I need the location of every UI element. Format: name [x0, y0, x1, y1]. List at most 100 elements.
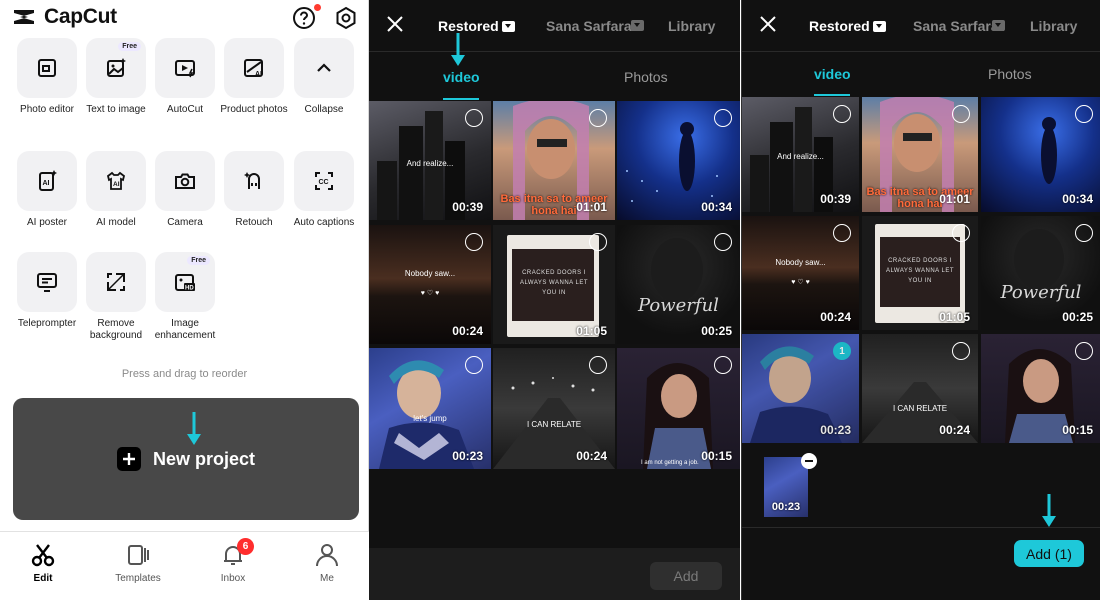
- media-thumb[interactable]: let's jump 00:23: [369, 348, 491, 469]
- tool-collapse[interactable]: Collapse: [290, 38, 358, 116]
- subtab-video[interactable]: video: [443, 69, 480, 85]
- settings-icon[interactable]: [334, 6, 358, 30]
- subtab-photos[interactable]: Photos: [988, 66, 1032, 82]
- media-thumb[interactable]: 00:34: [981, 97, 1100, 212]
- capcut-logo-icon: [14, 10, 34, 24]
- hearts-icon: ♥ ♡ ♥: [791, 279, 810, 286]
- camera-icon: [155, 151, 215, 211]
- product-photos-icon: AI: [224, 38, 284, 98]
- tool-label: Auto captions: [293, 217, 355, 228]
- select-circle[interactable]: [589, 233, 607, 251]
- video-duration: 00:24: [452, 324, 483, 338]
- tool-photo-editor[interactable]: Photo editor: [13, 38, 81, 116]
- tool-image-enhancement[interactable]: Free HD Image enhancement: [151, 252, 219, 342]
- hearts-icon: ♥ ♡ ♥: [420, 290, 440, 297]
- tab-library[interactable]: Library: [668, 18, 715, 34]
- tab-label: Restored: [438, 18, 499, 34]
- nav-label: Inbox: [220, 573, 246, 584]
- video-duration: 00:34: [1062, 192, 1093, 206]
- video-caption: Nobody saw...: [404, 269, 456, 278]
- subtab-indicator: [814, 94, 850, 96]
- close-icon[interactable]: [758, 14, 778, 34]
- video-duration: 00:39: [452, 200, 483, 214]
- selected-badge[interactable]: 1: [833, 342, 851, 360]
- tool-retouch[interactable]: Retouch: [220, 151, 288, 229]
- media-thumb[interactable]: CRACKED DOORS I ALWAYS WANNA LET YOU IN …: [493, 225, 615, 344]
- media-thumb[interactable]: 00:34: [617, 101, 740, 220]
- arrow-down-icon: [451, 33, 465, 66]
- media-thumb[interactable]: Powerful 00:25: [981, 216, 1100, 330]
- media-thumb[interactable]: Nobody saw... ♥ ♡ ♥ 00:24: [742, 216, 859, 330]
- select-circle[interactable]: [952, 224, 970, 242]
- video-caption: Powerful: [638, 295, 719, 316]
- subtab-photos[interactable]: Photos: [624, 69, 668, 85]
- add-button[interactable]: Add: [650, 562, 722, 590]
- tab-label: Sana Sarfaraz: [913, 18, 1004, 34]
- media-thumb[interactable]: CRACKED DOORS I ALWAYS WANNA LET YOU IN …: [862, 216, 978, 330]
- select-circle[interactable]: [833, 105, 851, 123]
- select-circle[interactable]: [1075, 342, 1093, 360]
- tool-label: AI model: [96, 217, 136, 228]
- media-thumb[interactable]: 1 00:23: [742, 334, 859, 443]
- close-icon[interactable]: [385, 14, 405, 34]
- select-circle[interactable]: [952, 342, 970, 360]
- tool-ai-model[interactable]: AI AI model: [82, 151, 150, 229]
- arrow-down-icon: [1042, 494, 1056, 527]
- capcut-home-screen: CapCut Photo editor Free Text to image A…: [0, 0, 369, 600]
- add-selected-button[interactable]: Add (1): [1014, 540, 1084, 567]
- media-thumb[interactable]: I am not getting a job. 00:15: [617, 348, 740, 469]
- retouch-icon: [224, 151, 284, 211]
- tool-product-photos[interactable]: AI Product photos: [220, 38, 288, 116]
- media-thumb[interactable]: Nobody saw... ♥ ♡ ♥ 00:24: [369, 225, 491, 344]
- video-caption: let's jump: [413, 414, 447, 423]
- media-thumb[interactable]: 00:15: [981, 334, 1100, 443]
- media-thumb[interactable]: I CAN RELATE 00:24: [493, 348, 615, 469]
- select-circle[interactable]: [465, 356, 483, 374]
- video-duration: 01:05: [939, 310, 970, 324]
- nav-inbox[interactable]: 6 Inbox: [193, 538, 273, 584]
- select-circle[interactable]: [465, 233, 483, 251]
- tool-autocut[interactable]: AutoCut: [151, 38, 219, 116]
- photo-editor-icon: [17, 38, 77, 98]
- person-icon: [316, 544, 338, 567]
- media-thumb[interactable]: Bas itna sa to ameer hona hai 01:01: [493, 101, 615, 220]
- select-circle[interactable]: [1075, 105, 1093, 123]
- media-thumb[interactable]: And realize... 00:39: [742, 97, 859, 212]
- tool-auto-captions[interactable]: CC Auto captions: [290, 151, 358, 229]
- select-circle[interactable]: [714, 109, 732, 127]
- video-duration: 00:24: [576, 449, 607, 463]
- select-circle[interactable]: [714, 233, 732, 251]
- nav-templates[interactable]: Templates: [98, 542, 178, 584]
- nav-me[interactable]: Me: [287, 542, 367, 584]
- svg-text:AI: AI: [255, 71, 262, 78]
- media-thumb[interactable]: Bas itna sa to ameer hona hai 01:01: [862, 97, 978, 212]
- select-circle[interactable]: [714, 356, 732, 374]
- tab-library[interactable]: Library: [1030, 18, 1077, 34]
- media-thumb[interactable]: Powerful 00:25: [617, 225, 740, 344]
- tab-restored[interactable]: Restored: [809, 18, 886, 34]
- remove-icon[interactable]: [801, 453, 817, 469]
- tool-text-to-image[interactable]: Free Text to image: [82, 38, 150, 116]
- select-circle[interactable]: [589, 109, 607, 127]
- tab-restored[interactable]: Restored: [438, 18, 515, 34]
- media-thumb[interactable]: And realize... 00:39: [369, 101, 491, 220]
- media-thumb[interactable]: I CAN RELATE 00:24: [862, 334, 978, 443]
- subtab-video[interactable]: video: [814, 66, 851, 82]
- select-circle[interactable]: [952, 105, 970, 123]
- select-circle[interactable]: [589, 356, 607, 374]
- tool-camera[interactable]: Camera: [151, 151, 219, 229]
- select-circle[interactable]: [833, 224, 851, 242]
- new-project-button[interactable]: New project: [13, 398, 359, 520]
- svg-text:CC: CC: [319, 179, 329, 186]
- tab-album-sana[interactable]: Sana Sarfaraz: [546, 18, 644, 34]
- tab-album-sana[interactable]: Sana Sarfaraz: [913, 18, 1004, 34]
- reorder-hint: Press and drag to reorder: [121, 368, 248, 380]
- picker-bottom-bar: Add (1): [742, 527, 1100, 600]
- select-circle[interactable]: [1075, 224, 1093, 242]
- tool-ai-poster[interactable]: AI AI poster: [13, 151, 81, 229]
- tool-teleprompter[interactable]: Teleprompter: [13, 252, 81, 330]
- tool-remove-background[interactable]: Remove background: [82, 252, 150, 342]
- select-circle[interactable]: [465, 109, 483, 127]
- nav-edit[interactable]: Edit: [3, 542, 83, 584]
- help-icon[interactable]: [292, 6, 316, 30]
